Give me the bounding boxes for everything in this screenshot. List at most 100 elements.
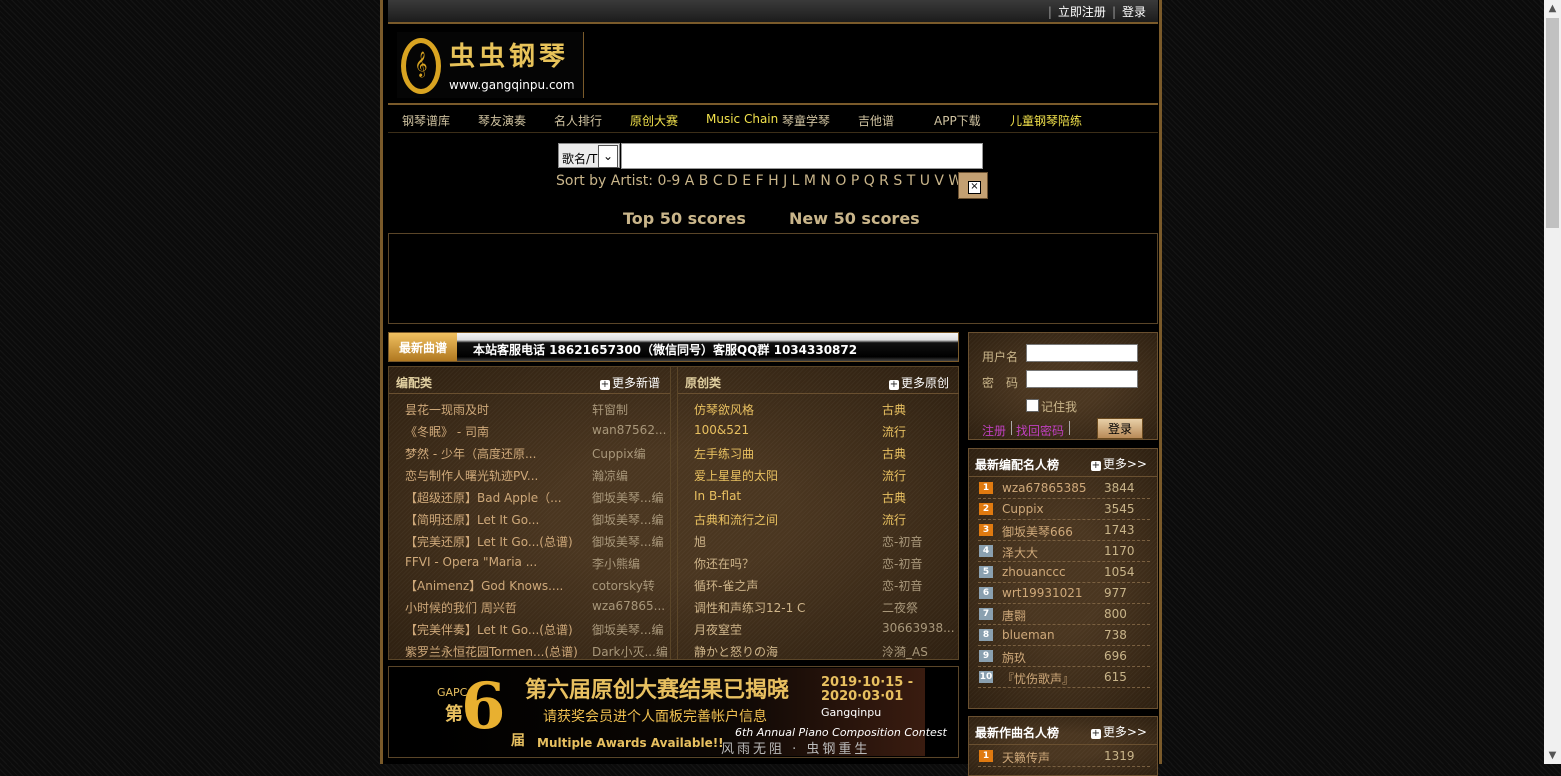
score-author[interactable]: wan87562... — [592, 423, 668, 437]
arranger-ranking-more[interactable]: + 更多>> — [1090, 455, 1147, 472]
score-title[interactable]: 左手练习曲 — [694, 445, 874, 462]
list-item[interactable]: 静かと怒りの海 泠漪_AS — [678, 639, 959, 661]
list-item[interactable]: 古典和流行之间 流行 — [678, 507, 959, 529]
nav-item-contest[interactable]: 原创大赛 — [630, 112, 678, 129]
ranking-item[interactable]: 7 唐翾 800 — [978, 604, 1150, 625]
list-item[interactable]: 紫罗兰永恒花园Tormen...(总谱) Dark小灭...编 — [389, 639, 670, 661]
score-title[interactable]: 【完美还原】Let It Go...(总谱) — [405, 533, 585, 550]
list-item[interactable]: 左手练习曲 古典 — [678, 441, 959, 463]
nav-item-performances[interactable]: 琴友演奏 — [478, 112, 526, 129]
score-title[interactable]: 小时候的我们 周兴哲 — [405, 599, 585, 616]
nav-item-app[interactable]: APP下载 — [934, 112, 981, 129]
register-link[interactable]: 立即注册 — [1058, 5, 1106, 19]
list-item[interactable]: 【Animenz】God Knows.... cotorsky转 — [389, 573, 670, 595]
nav-item-rankings[interactable]: 名人排行 — [554, 112, 602, 129]
top-scores-link[interactable]: Top 50 scores — [623, 209, 746, 228]
score-author[interactable]: 李小熊编 — [592, 555, 668, 572]
nav-item-kids-learn[interactable]: 琴童学琴 — [782, 112, 830, 129]
score-author[interactable]: 恋-初音 — [882, 533, 958, 550]
score-title[interactable]: 调性和声练习12-1 C — [694, 599, 874, 616]
list-item[interactable]: 你还在吗？ 恋-初音 — [678, 551, 959, 573]
forgot-password-link[interactable]: 找回密码 — [1016, 422, 1064, 439]
score-author[interactable]: 御坂美琴...编 — [592, 489, 668, 506]
score-author[interactable]: 流行 — [882, 467, 958, 484]
artist-letter-links[interactable]: 0-9 A B C D E F H J L M N O P Q R S T U … — [657, 173, 962, 189]
list-item[interactable]: 昙花一现雨及时 轩窗制 — [389, 397, 670, 419]
nav-item-scores[interactable]: 钢琴谱库 — [402, 112, 450, 129]
score-title[interactable]: 紫罗兰永恒花园Tormen...(总谱) — [405, 643, 585, 660]
search-input[interactable] — [621, 143, 983, 169]
ranking-user-name[interactable]: 『忧伤歌声』 — [1002, 670, 1102, 687]
list-item[interactable]: FFVI - Opera "Maria ... 李小熊编 — [389, 551, 670, 573]
score-title[interactable]: 《冬眠》 - 司南 — [405, 423, 585, 440]
ranking-user-name[interactable]: 唐翾 — [1002, 607, 1102, 624]
chevron-down-icon[interactable]: ⌄ — [598, 145, 618, 168]
score-title[interactable]: 循环-雀之声 — [694, 577, 874, 594]
ranking-user-name[interactable]: zhouanccc — [1002, 565, 1102, 579]
close-popup-button[interactable]: × — [958, 172, 988, 199]
score-author[interactable]: 御坂美琴...编 — [592, 533, 668, 550]
score-author[interactable]: 御坂美琴...编 — [592, 511, 668, 528]
score-title[interactable]: 旭 — [694, 533, 874, 550]
score-author[interactable]: 瀚凉编 — [592, 467, 668, 484]
score-author[interactable]: 御坂美琴...编 — [592, 621, 668, 638]
login-link[interactable]: 登录 — [1122, 5, 1146, 19]
list-item[interactable]: 小时候的我们 周兴哲 wza67865... — [389, 595, 670, 617]
more-original-link[interactable]: + 更多原创 — [888, 374, 949, 391]
search-type-select[interactable]: 歌名/Ti ⌄ — [558, 143, 620, 168]
register-link[interactable]: 注册 — [982, 422, 1006, 439]
score-author[interactable]: 轩窗制 — [592, 401, 668, 418]
score-author[interactable]: cotorsky转 — [592, 577, 668, 594]
ranking-item[interactable]: 3 御坂美琴666 1743 — [978, 520, 1150, 541]
score-author[interactable]: 30663938... — [882, 621, 958, 635]
ranking-user-name[interactable]: Cuppix — [1002, 502, 1102, 516]
list-item[interactable]: 【完美伴奏】Let It Go...(总谱) 御坂美琴...编 — [389, 617, 670, 639]
score-title[interactable]: 静かと怒りの海 — [694, 643, 874, 660]
scroll-thumb[interactable] — [1546, 18, 1559, 228]
score-author[interactable]: 泠漪_AS — [882, 643, 958, 660]
list-item[interactable]: 【简明还原】Let It Go... 御坂美琴...编 — [389, 507, 670, 529]
score-title[interactable]: 100&521 — [694, 423, 874, 437]
ranking-user-name[interactable]: wza67865385 — [1002, 481, 1102, 495]
score-title[interactable]: 月夜窒茔 — [694, 621, 874, 638]
list-item[interactable]: 循环-雀之声 恋-初音 — [678, 573, 959, 595]
ranking-item[interactable]: 1 wza67865385 3844 — [978, 478, 1150, 499]
score-title[interactable]: In B-flat — [694, 489, 874, 503]
score-author[interactable]: 流行 — [882, 423, 958, 440]
score-author[interactable]: 二夜祭 — [882, 599, 958, 616]
list-item[interactable]: 仿琴欲风格 古典 — [678, 397, 959, 419]
score-title[interactable]: 你还在吗？ — [694, 555, 874, 572]
password-field[interactable] — [1026, 370, 1138, 388]
score-title[interactable]: 昙花一现雨及时 — [405, 401, 585, 418]
ranking-user-name[interactable]: 旃玖 — [1002, 649, 1102, 666]
scroll-up-icon[interactable]: ▲ — [1544, 0, 1561, 17]
ranking-item[interactable]: 2 Cuppix 3545 — [978, 499, 1150, 520]
ranking-item[interactable]: 10 『忧伤歌声』 615 — [978, 667, 1150, 688]
ranking-item[interactable]: 4 泽大大 1170 — [978, 541, 1150, 562]
ranking-user-name[interactable]: 天籁传声 — [1002, 749, 1102, 766]
score-title[interactable]: 古典和流行之间 — [694, 511, 874, 528]
new-scores-link[interactable]: New 50 scores — [789, 209, 920, 228]
list-item[interactable]: 爱上星星的太阳 流行 — [678, 463, 959, 485]
score-title[interactable]: 梦然 - 少年（高度还原... — [405, 445, 585, 462]
list-item[interactable]: 调性和声练习12-1 C 二夜祭 — [678, 595, 959, 617]
nav-item-kids-practice[interactable]: 儿童钢琴陪练 — [1010, 112, 1082, 129]
score-author[interactable]: 古典 — [882, 489, 958, 506]
ranking-user-name[interactable]: 泽大大 — [1002, 544, 1102, 561]
ranking-item[interactable]: 5 zhouanccc 1054 — [978, 562, 1150, 583]
more-new-scores-link[interactable]: + 更多新谱 — [599, 374, 660, 391]
remember-checkbox[interactable] — [1026, 399, 1039, 412]
page-scrollbar[interactable]: ▲ ▼ — [1544, 0, 1561, 764]
ranking-user-name[interactable]: 御坂美琴666 — [1002, 523, 1102, 540]
username-field[interactable] — [1026, 344, 1138, 362]
score-title[interactable]: 【简明还原】Let It Go... — [405, 511, 585, 528]
score-title[interactable]: 【超级还原】Bad Apple（... — [405, 489, 585, 506]
ranking-user-name[interactable]: wrt19931021 — [1002, 586, 1102, 600]
score-author[interactable]: Cuppix编 — [592, 445, 668, 462]
ranking-item[interactable]: 8 blueman 738 — [978, 625, 1150, 646]
list-item[interactable]: 《冬眠》 - 司南 wan87562... — [389, 419, 670, 441]
score-title[interactable]: 恋与制作人曙光轨迹PV... — [405, 467, 585, 484]
score-title[interactable]: 【完美伴奏】Let It Go...(总谱) — [405, 621, 585, 638]
score-author[interactable]: 流行 — [882, 511, 958, 528]
score-author[interactable]: wza67865... — [592, 599, 668, 613]
